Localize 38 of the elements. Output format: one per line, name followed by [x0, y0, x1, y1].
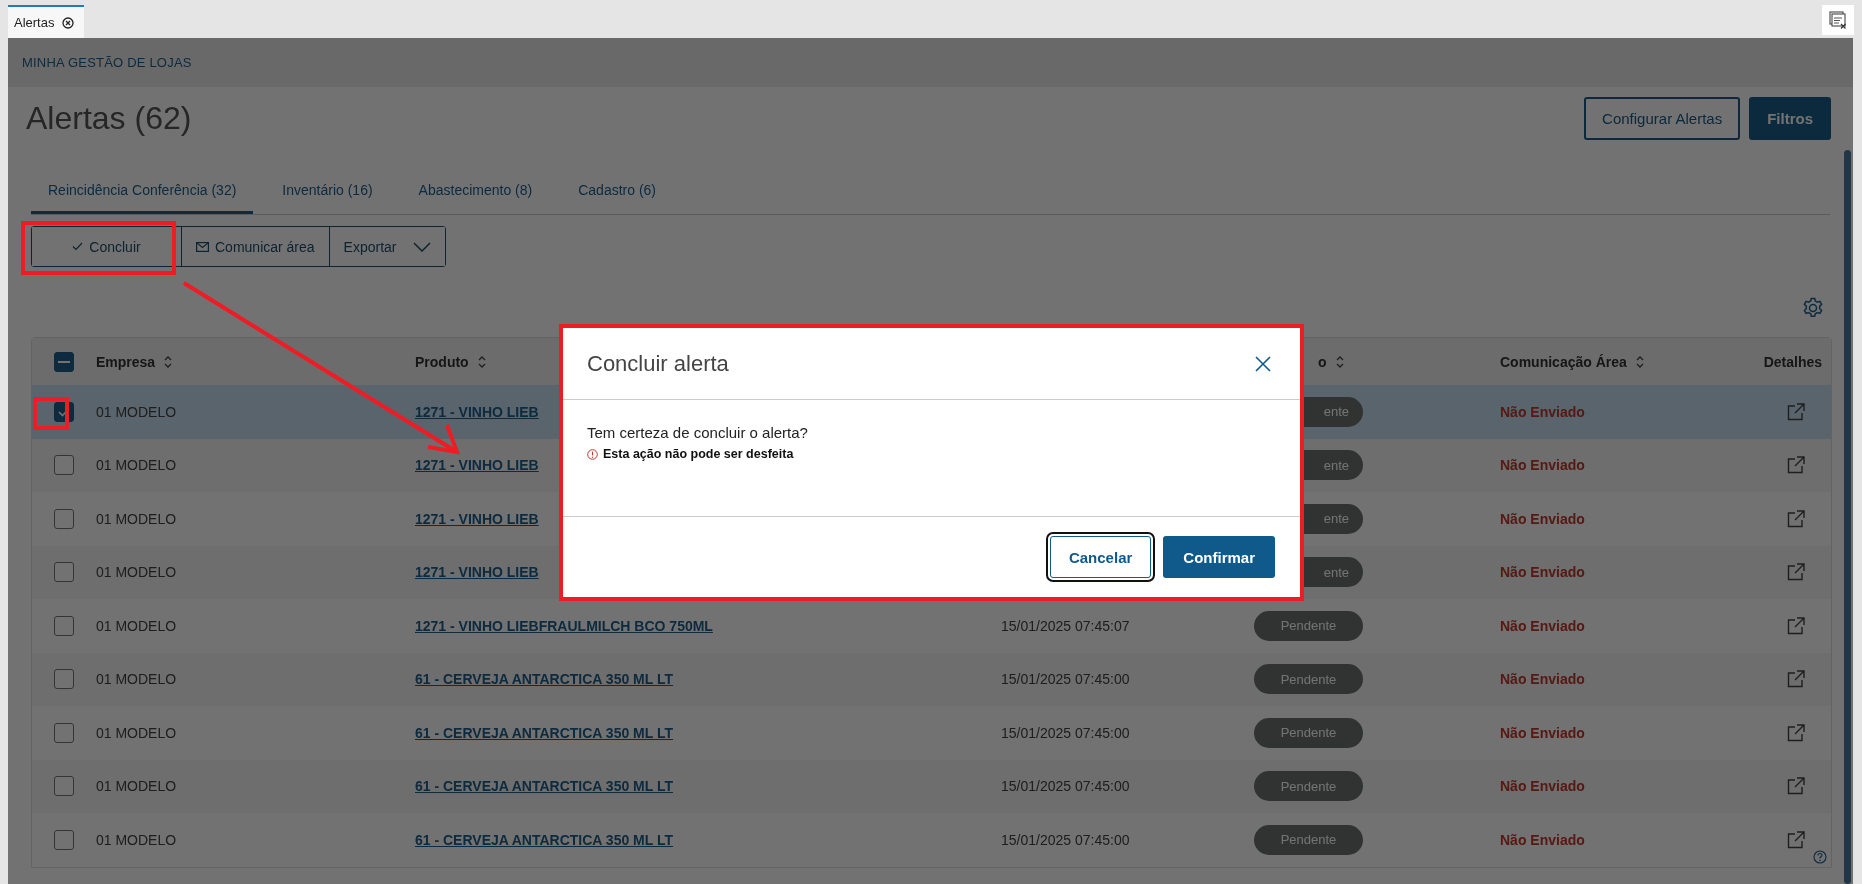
- communication-status: Não Enviado: [1500, 831, 1585, 848]
- communication-status: Não Enviado: [1500, 724, 1585, 741]
- company-cell: 01 MODELO: [96, 457, 177, 474]
- communication-status: Não Enviado: [1500, 403, 1585, 420]
- company-cell: 01 MODELO: [96, 671, 177, 688]
- column-header: Produto: [415, 353, 469, 370]
- status-badge: Pendente: [1254, 664, 1363, 695]
- column-header: Detalhes: [1763, 353, 1822, 370]
- company-cell: 01 MODELO: [96, 831, 177, 848]
- dialog-message: Tem certeza de concluir o alerta?: [587, 424, 809, 441]
- date-cell: 15/01/2025 07:45:00: [1001, 671, 1130, 688]
- status-badge: Pendente: [1254, 610, 1363, 641]
- communication-status: Não Enviado: [1500, 617, 1585, 634]
- column-header: Comunicação Área: [1500, 353, 1627, 370]
- dialog-title: Concluir alerta: [587, 350, 729, 377]
- date-cell: 15/01/2025 07:45:07: [1001, 617, 1130, 634]
- company-cell: 01 MODELO: [96, 724, 177, 741]
- column-header: o: [1318, 353, 1327, 370]
- status-badge: Pendente: [1254, 824, 1363, 855]
- company-cell: 01 MODELO: [96, 403, 177, 420]
- date-cell: 15/01/2025 07:45:00: [1001, 724, 1130, 741]
- company-cell: 01 MODELO: [96, 617, 177, 634]
- date-cell: 15/01/2025 07:45:00: [1001, 831, 1130, 848]
- column-header: Empresa: [96, 353, 156, 370]
- company-cell: 01 MODELO: [96, 564, 177, 581]
- status-badge: Pendente: [1254, 771, 1363, 802]
- communication-status: Não Enviado: [1500, 510, 1585, 527]
- warning-text: Esta ação não pode ser desfeita: [603, 447, 794, 461]
- date-cell: 15/01/2025 07:45:00: [1001, 778, 1130, 795]
- breadcrumb: MINHA GESTÃO DE LOJAS: [22, 55, 192, 70]
- communication-status: Não Enviado: [1500, 671, 1585, 688]
- company-cell: 01 MODELO: [96, 510, 177, 527]
- status-badge: Pendente: [1254, 717, 1363, 748]
- communication-status: Não Enviado: [1500, 778, 1585, 795]
- communication-status: Não Enviado: [1500, 457, 1585, 474]
- page-title: Alertas (62): [26, 99, 192, 138]
- company-cell: 01 MODELO: [96, 778, 177, 795]
- communication-status: Não Enviado: [1500, 564, 1585, 581]
